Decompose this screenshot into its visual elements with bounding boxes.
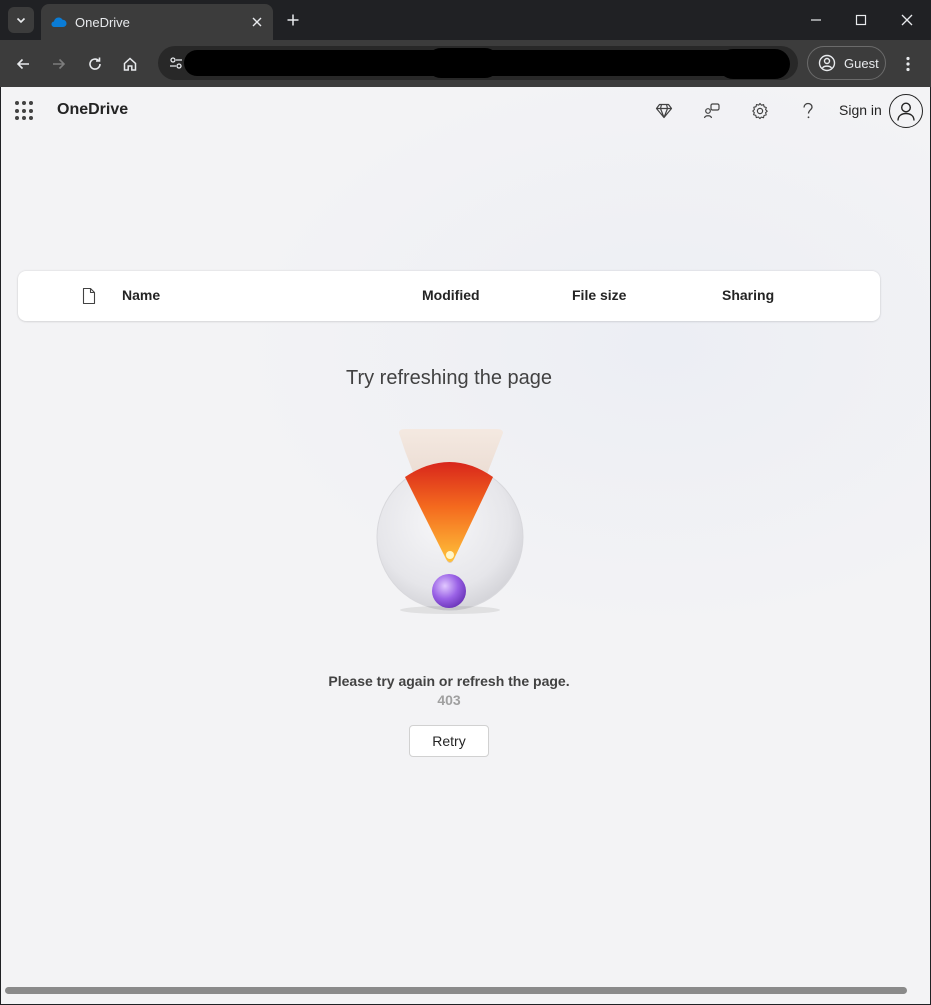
tab-search-button[interactable] bbox=[8, 7, 34, 33]
error-title: Try refreshing the page bbox=[345, 367, 553, 389]
share-feedback-button[interactable] bbox=[700, 99, 724, 123]
column-header-name[interactable]: Name bbox=[122, 287, 160, 303]
reload-icon bbox=[89, 57, 101, 70]
profile-button[interactable]: Guest bbox=[807, 46, 886, 80]
column-header-sharing[interactable]: Sharing bbox=[722, 287, 774, 303]
maximize-icon bbox=[855, 14, 867, 26]
profile-icon bbox=[818, 54, 836, 72]
window-close-button[interactable] bbox=[893, 6, 921, 34]
reload-button[interactable] bbox=[82, 51, 108, 77]
error-message: Please try again or refresh the page. bbox=[328, 673, 570, 689]
browser-menu-button[interactable] bbox=[895, 51, 921, 77]
error-exclamation-illustration bbox=[376, 429, 524, 614]
premium-button[interactable] bbox=[652, 99, 676, 123]
avatar-button[interactable] bbox=[889, 94, 923, 128]
site-info-icon bbox=[170, 57, 182, 69]
help-icon bbox=[803, 102, 813, 119]
back-button[interactable] bbox=[10, 51, 36, 77]
error-code: 403 bbox=[437, 692, 461, 708]
home-button[interactable] bbox=[117, 51, 143, 77]
maximize-button[interactable] bbox=[847, 6, 875, 34]
premium-diamond-icon bbox=[655, 103, 673, 119]
sign-in-link[interactable]: Sign in bbox=[839, 102, 882, 118]
chevron-down-icon bbox=[16, 17, 26, 24]
profile-label: Guest bbox=[844, 55, 879, 71]
avatar-icon bbox=[897, 102, 915, 121]
browser-tab-strip: OneDrive bbox=[0, 0, 931, 40]
settings-button[interactable] bbox=[748, 99, 772, 123]
back-icon bbox=[16, 58, 29, 70]
more-icon bbox=[906, 56, 910, 72]
horizontal-scrollbar[interactable] bbox=[5, 987, 907, 994]
app-brand[interactable]: OneDrive bbox=[57, 101, 128, 119]
column-header-modified[interactable]: Modified bbox=[422, 287, 480, 303]
settings-gear-icon bbox=[752, 102, 768, 120]
close-icon bbox=[901, 14, 913, 26]
column-header-file-size[interactable]: File size bbox=[572, 287, 626, 303]
close-icon bbox=[252, 17, 262, 27]
address-bar[interactable] bbox=[158, 46, 798, 80]
help-button[interactable] bbox=[796, 99, 820, 123]
tab-close-button[interactable] bbox=[247, 12, 267, 32]
share-feedback-icon bbox=[703, 103, 720, 119]
browser-tab-onedrive[interactable]: OneDrive bbox=[41, 4, 273, 40]
home-icon bbox=[123, 57, 137, 71]
app-launcher-icon[interactable] bbox=[15, 101, 35, 121]
redacted-url-blob bbox=[426, 48, 500, 78]
new-tab-button[interactable] bbox=[282, 9, 304, 31]
forward-icon bbox=[53, 58, 66, 70]
minimize-icon bbox=[811, 19, 821, 21]
browser-toolbar: Guest bbox=[0, 40, 931, 87]
onedrive-page: OneDrive Sign in Name Modified File size… bbox=[1, 87, 930, 1004]
document-icon bbox=[82, 287, 96, 305]
retry-button[interactable]: Retry bbox=[409, 725, 489, 757]
tab-title: OneDrive bbox=[75, 14, 130, 30]
forward-button[interactable] bbox=[46, 51, 72, 77]
minimize-button[interactable] bbox=[802, 6, 830, 34]
file-list-header: Name Modified File size Sharing bbox=[18, 271, 880, 321]
redacted-url-blob bbox=[718, 49, 790, 79]
onedrive-cloud-icon bbox=[51, 17, 67, 27]
app-header: OneDrive Sign in bbox=[1, 87, 930, 135]
plus-icon bbox=[287, 14, 299, 26]
